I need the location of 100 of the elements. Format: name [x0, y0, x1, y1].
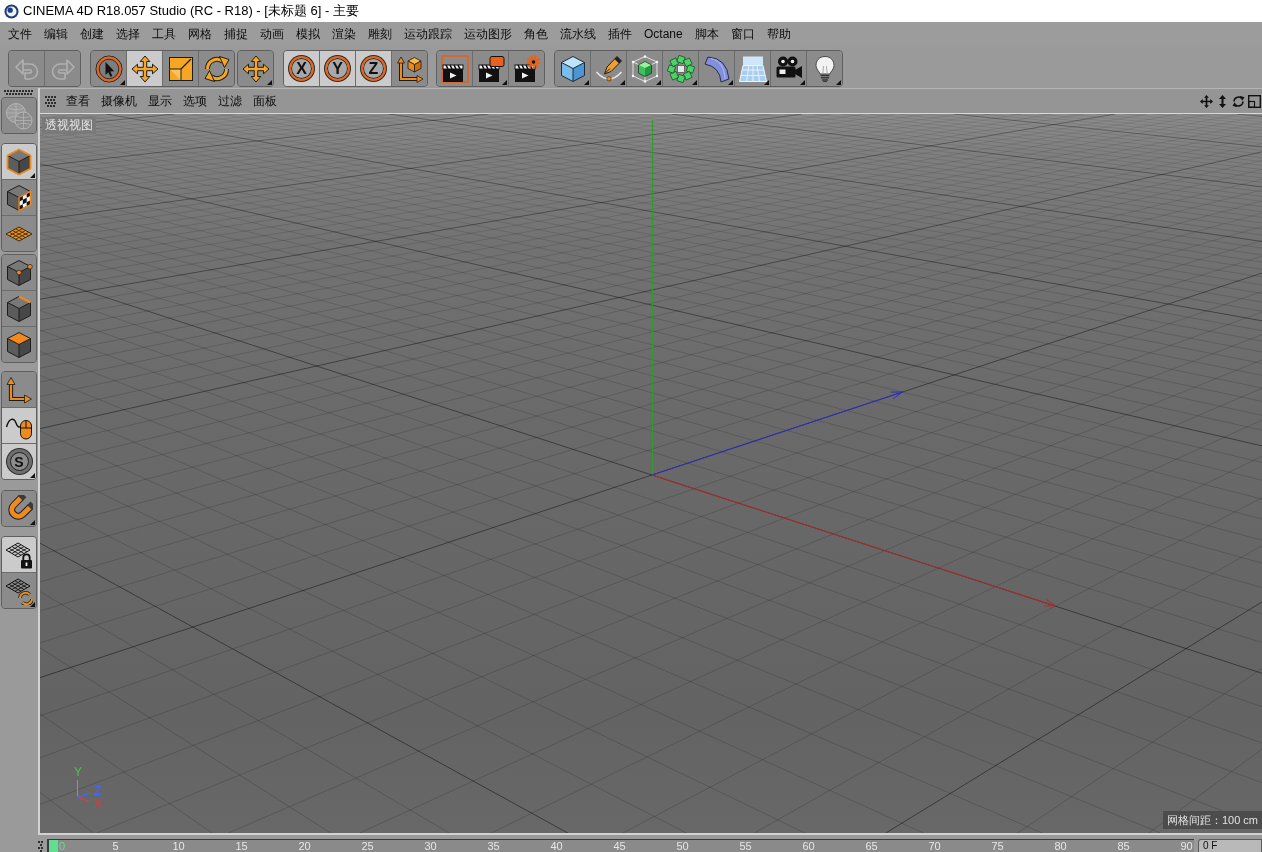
- frame-number: 90: [1179, 840, 1193, 852]
- clapperboard-gear-icon: [512, 54, 541, 83]
- cage-cube-icon: [630, 54, 659, 83]
- model-button[interactable]: [2, 144, 36, 179]
- menu-item[interactable]: 文件: [2, 24, 38, 44]
- menu-item[interactable]: 窗口: [724, 24, 761, 44]
- frame-number: 75: [990, 840, 1004, 852]
- frame-number: 35: [486, 840, 500, 852]
- snap-button[interactable]: [2, 491, 36, 526]
- frame-number: 40: [549, 840, 563, 852]
- 3d-viewport[interactable]: 透视视图 Y Z X 网格间距：100 cm: [40, 114, 1262, 835]
- pan-icon[interactable]: [1200, 94, 1213, 108]
- floor-grid-icon: [738, 54, 767, 83]
- app-logo-icon: [4, 3, 19, 19]
- rotate-icon: [202, 54, 231, 83]
- menu-item[interactable]: 雕刻: [362, 24, 398, 44]
- frame-number: 10: [171, 840, 185, 852]
- clapperboard-icon: [476, 54, 505, 83]
- menu-item[interactable]: 插件: [602, 24, 638, 44]
- gripper-icon[interactable]: [38, 841, 44, 852]
- cube-face-icon: [5, 330, 33, 359]
- frame-number: 85: [1116, 840, 1130, 852]
- menu-item[interactable]: 选择: [110, 24, 146, 44]
- move-icon: [241, 54, 270, 83]
- render-view-button[interactable]: [437, 51, 472, 86]
- axis-label: Z: [94, 784, 102, 798]
- menu-item[interactable]: 网格: [182, 24, 218, 44]
- frame-number: 25: [360, 840, 374, 852]
- globe-icon: [5, 101, 33, 130]
- menu-item[interactable]: 工具: [146, 24, 182, 44]
- axis-label: X: [94, 797, 102, 811]
- menu-item[interactable]: 过滤: [212, 91, 248, 111]
- frame-field[interactable]: 0 F: [1198, 839, 1262, 852]
- pen-icon: [594, 54, 623, 83]
- grid-cycle-icon: [5, 576, 33, 605]
- move-tool-button[interactable]: [127, 51, 162, 86]
- axis-lock-button[interactable]: Y: [320, 51, 355, 86]
- menu-item[interactable]: 显示: [142, 91, 178, 111]
- menu-item[interactable]: 选项: [177, 91, 213, 111]
- lock-plane-button[interactable]: [2, 537, 36, 572]
- axis-icon: [5, 375, 33, 404]
- magnet-icon: [5, 494, 33, 523]
- menu-item[interactable]: 创建: [74, 24, 110, 44]
- frame-number: 5: [111, 840, 119, 852]
- menu-item[interactable]: Octane: [638, 24, 689, 44]
- cursor-icon: [94, 54, 123, 83]
- frame-number: 80: [1053, 840, 1067, 852]
- menu-item[interactable]: 模拟: [290, 24, 326, 44]
- frame-number: 55: [738, 840, 752, 852]
- cube-points-icon: [5, 258, 33, 287]
- selection-tool-button[interactable]: [91, 51, 126, 86]
- menu-item[interactable]: 动画: [254, 24, 290, 44]
- tool-button[interactable]: [238, 51, 273, 86]
- menu-item[interactable]: 流水线: [554, 24, 602, 44]
- menu-item[interactable]: 查看: [60, 91, 96, 111]
- grid-lock-icon: [5, 540, 33, 569]
- up-down-arrow-icon[interactable]: [1216, 94, 1229, 108]
- axis-cube-icon: [395, 54, 424, 83]
- menu-item[interactable]: 运动跟踪: [398, 24, 458, 44]
- axis-lock-button[interactable]: Z: [356, 51, 391, 86]
- menu-item[interactable]: 角色: [518, 24, 554, 44]
- move-icon: [130, 54, 159, 83]
- frame-number: 20: [297, 840, 311, 852]
- menu-item[interactable]: 脚本: [688, 24, 725, 44]
- frame-number: 45: [612, 840, 626, 852]
- scale-icon: [166, 54, 195, 83]
- grid-spacing-label: 网格间距：100 cm: [1162, 811, 1262, 829]
- cube-edge-icon: [5, 294, 33, 323]
- rotate-icon[interactable]: [1232, 94, 1245, 108]
- menu-item[interactable]: 帮助: [760, 24, 797, 44]
- checker-cube-icon: [5, 183, 33, 212]
- menu-item[interactable]: 摄像机: [95, 91, 143, 111]
- menu-item[interactable]: 捕捉: [218, 24, 254, 44]
- gripper-icon[interactable]: [45, 95, 56, 107]
- frame-number: 70: [927, 840, 941, 852]
- axis-button[interactable]: [2, 372, 36, 407]
- cubes-ring-icon: [666, 54, 695, 83]
- frame-number: 30: [423, 840, 437, 852]
- gripper-icon[interactable]: [4, 90, 34, 95]
- frame-marker-icon[interactable]: [49, 840, 58, 852]
- axis-lock-button[interactable]: X: [284, 51, 319, 86]
- frame-number: 15: [234, 840, 248, 852]
- tweak-button[interactable]: [2, 408, 36, 443]
- menu-item[interactable]: 运动图形: [458, 24, 518, 44]
- frame-number: 0: [58, 840, 66, 852]
- clapperboard-icon: [440, 54, 469, 83]
- frame-number: 65: [864, 840, 878, 852]
- frame-number: 60: [801, 840, 815, 852]
- solo-button[interactable]: S: [2, 444, 36, 479]
- axis-label: Y: [74, 765, 82, 779]
- frame-number: 50: [675, 840, 689, 852]
- bent-shape-icon: [702, 54, 731, 83]
- window-title: CINEMA 4D R18.057 Studio (RC - R18) - [未标题 6] - 主要: [23, 2, 359, 20]
- cube-outline-icon: [5, 147, 33, 176]
- menu-item[interactable]: 编辑: [38, 24, 74, 44]
- menu-item[interactable]: 渲染: [326, 24, 362, 44]
- cube-icon: [558, 54, 587, 83]
- window-icon[interactable]: [1248, 94, 1261, 108]
- cube-button[interactable]: [555, 51, 590, 86]
- menu-item[interactable]: 面板: [247, 91, 283, 111]
